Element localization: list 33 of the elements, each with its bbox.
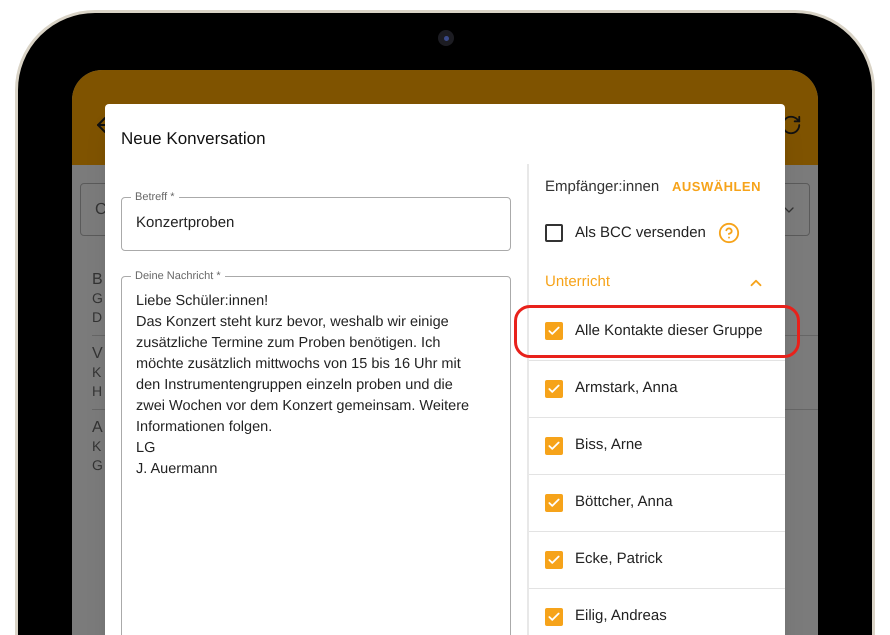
- list-item-text: D: [92, 308, 102, 327]
- check-icon: [547, 438, 561, 452]
- recipient-label[interactable]: Böttcher, Anna: [575, 491, 673, 514]
- checkbox[interactable]: [545, 494, 563, 512]
- check-icon: [547, 496, 561, 510]
- list-item-text: H: [92, 382, 102, 401]
- checkbox[interactable]: [545, 380, 563, 398]
- check-icon: [547, 382, 561, 396]
- checkbox[interactable]: [545, 322, 563, 340]
- list-item-text: G: [92, 456, 103, 475]
- checkbox[interactable]: [545, 436, 563, 454]
- dialog-title: Neue Konversation: [120, 128, 267, 150]
- check-icon: [547, 552, 561, 566]
- checkbox[interactable]: [545, 608, 563, 626]
- checkbox[interactable]: [545, 550, 563, 568]
- check-icon: [547, 324, 561, 338]
- recipient-label[interactable]: Armstark, Anna: [575, 377, 678, 400]
- list-item-text: V: [92, 344, 103, 363]
- checkbox[interactable]: [545, 224, 563, 242]
- help-icon[interactable]: [718, 222, 740, 244]
- recipient-label[interactable]: Biss, Arne: [575, 434, 643, 457]
- list-item-text: A: [92, 418, 103, 437]
- recipient-label[interactable]: Ecke, Patrick: [575, 548, 663, 571]
- list-item-text: G: [92, 289, 103, 308]
- recipient-label[interactable]: Alle Kontakte dieser Gruppe: [575, 320, 763, 342]
- recipients-label: Empfänger:innen: [545, 176, 660, 196]
- camera-icon: [438, 30, 454, 46]
- list-item-text: K: [92, 363, 102, 382]
- bcc-label: Als BCC versenden: [575, 223, 706, 243]
- list-item-text: K: [92, 437, 102, 456]
- recipient-label[interactable]: Eilig, Andreas: [575, 605, 667, 628]
- check-icon: [547, 610, 561, 624]
- list-item-text: B: [92, 270, 103, 289]
